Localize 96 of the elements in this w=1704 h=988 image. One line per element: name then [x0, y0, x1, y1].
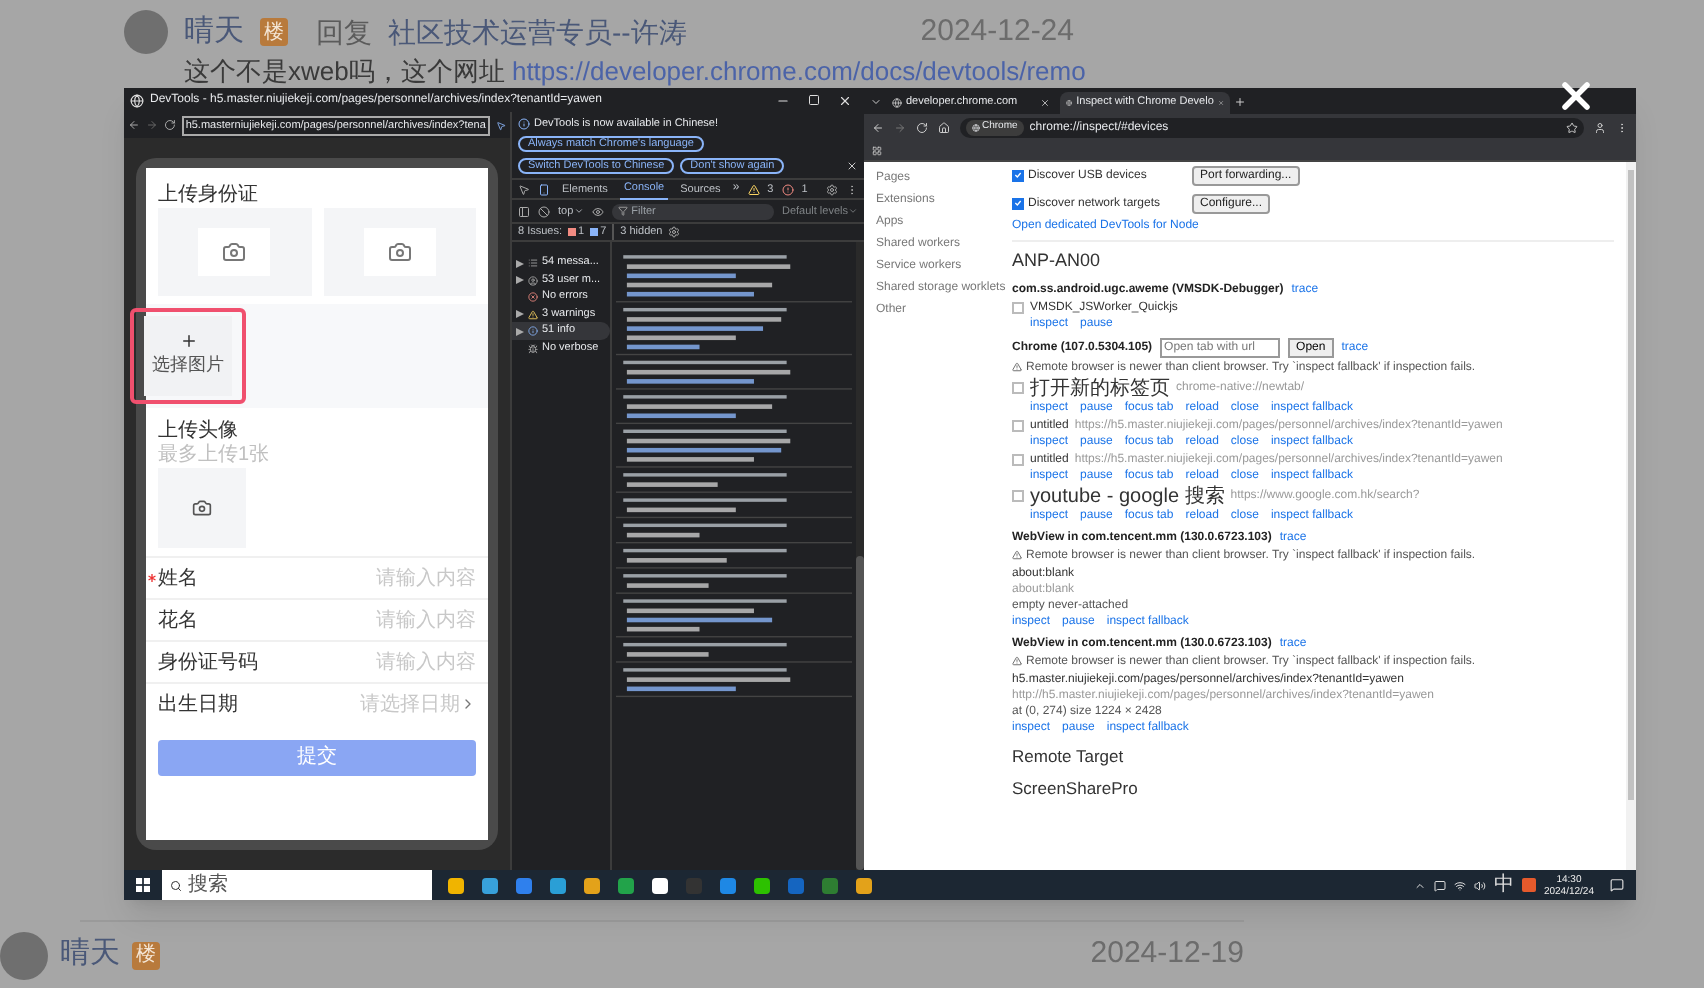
remote-target-name: Remote Target [1012, 743, 1126, 769]
globe-icon [1066, 98, 1073, 108]
remote-target-name: ScreenSharePro [1012, 776, 1140, 802]
level-icon [528, 326, 538, 336]
expand-arrow-icon [516, 276, 524, 284]
checkbox[interactable] [1012, 419, 1024, 431]
globe-icon [892, 98, 902, 108]
warning-icon [1012, 550, 1022, 560]
device-toolbar-icon[interactable] [538, 183, 550, 196]
reload-icon[interactable] [916, 122, 928, 134]
avatar [0, 931, 48, 979]
apps-icon[interactable] [872, 146, 882, 156]
field-label: 身份证号码 [158, 649, 258, 677]
search-icon [170, 879, 182, 891]
reload-icon[interactable] [163, 118, 176, 132]
tray-app-icon[interactable] [1521, 878, 1536, 892]
reply-to-link[interactable]: 社区技术运营专员--许涛 [388, 11, 687, 53]
camera-icon [387, 240, 412, 264]
checkbox[interactable] [1012, 382, 1024, 394]
warning-icon [1012, 656, 1022, 666]
back-icon[interactable] [128, 118, 140, 132]
target-name: 打开新的标签页 [1030, 377, 1170, 399]
taskbar-search-field[interactable]: 搜索 [162, 870, 432, 900]
expand-arrow-icon [516, 327, 524, 335]
field-label: 姓名 [158, 565, 198, 593]
expand-arrow-icon [516, 259, 524, 267]
floor-badge: 楼 [260, 18, 288, 46]
sidebar-toggle-icon[interactable] [518, 205, 530, 218]
choose-image-tile[interactable]: 选择图片 [130, 308, 246, 404]
field-label: 出生日期 [158, 691, 238, 719]
close-icon[interactable] [846, 160, 858, 173]
chevron-icon [460, 696, 476, 712]
checkbox[interactable] [1012, 169, 1024, 181]
close-icon[interactable] [838, 93, 852, 107]
volume-icon[interactable] [1473, 879, 1486, 891]
touch-icon[interactable] [495, 119, 507, 131]
avatar [124, 10, 168, 54]
post-text: 这个不是xweb吗，这个网址 https://developer.chrome.com/docs/devtools/remo [182, 56, 1088, 88]
globe-icon [972, 124, 980, 132]
plus-icon [179, 332, 197, 350]
taskbar-app-icon[interactable] [754, 877, 770, 893]
caret-icon [848, 206, 858, 217]
level-icon [528, 275, 538, 285]
section-title: 上传身份证 [156, 181, 260, 208]
taskbar-app-icon[interactable] [652, 877, 668, 893]
bookmark-star-icon[interactable] [1566, 122, 1578, 134]
live-expression-icon[interactable] [591, 205, 604, 218]
level-icon [528, 258, 538, 268]
camera-icon [222, 240, 247, 264]
required-asterisk-icon [148, 574, 156, 582]
camera-icon [192, 498, 212, 518]
filter-icon [617, 206, 628, 217]
level-icon [528, 309, 538, 319]
error-icon [781, 183, 794, 196]
choose-image-label: 选择图片 [152, 353, 224, 379]
chat-tray-icon[interactable] [1433, 879, 1446, 891]
back-icon[interactable] [872, 122, 884, 134]
inspect-icon[interactable] [518, 183, 530, 196]
checkbox[interactable] [1012, 301, 1024, 313]
checkbox[interactable] [1012, 453, 1024, 465]
notifications-icon[interactable] [1610, 878, 1624, 892]
info-icon [518, 118, 530, 131]
reply-label: 回复 [316, 13, 372, 51]
device-name: ANP-AN00 [1012, 248, 1103, 274]
home-icon[interactable] [938, 122, 950, 134]
maximize-icon[interactable] [808, 94, 820, 106]
floor-badge: 楼 [132, 941, 160, 969]
settings-icon[interactable] [668, 226, 681, 239]
checkbox[interactable] [1012, 490, 1024, 502]
network-icon[interactable] [1453, 879, 1466, 891]
author-name: 晴天 [184, 11, 244, 52]
caret-icon [573, 206, 584, 217]
post-date: 2024-12-19 [1090, 934, 1244, 975]
taskbar-app-icon[interactable] [584, 877, 600, 893]
checkbox[interactable] [1012, 197, 1024, 209]
level-icon [528, 343, 538, 353]
profile-icon[interactable] [1594, 122, 1606, 134]
browser-icon [130, 93, 144, 107]
post-date: 2024-12-24 [920, 11, 1074, 52]
clear-console-icon[interactable] [538, 205, 550, 218]
taskbar-app-icon[interactable] [856, 877, 872, 893]
target-name: youtube - google 搜索 [1030, 485, 1225, 507]
warning-icon [1012, 362, 1022, 372]
warning-icon [747, 183, 760, 196]
taskbar-app-icon[interactable] [448, 877, 464, 893]
expand-arrow-icon [516, 310, 524, 318]
level-icon [528, 292, 538, 302]
input-method-indicator[interactable]: 中 [1493, 873, 1514, 897]
author-name: 晴天 [60, 934, 120, 975]
windows-start-icon[interactable] [136, 878, 150, 892]
tray-chevron-icon[interactable] [1413, 879, 1426, 891]
settings-icon[interactable] [826, 183, 838, 196]
new-tab-icon[interactable] [1234, 96, 1246, 108]
upload-hint: 最多上传1张 [156, 441, 272, 468]
field-label: 花名 [158, 607, 198, 635]
section-title: 上传头像 [156, 417, 240, 440]
